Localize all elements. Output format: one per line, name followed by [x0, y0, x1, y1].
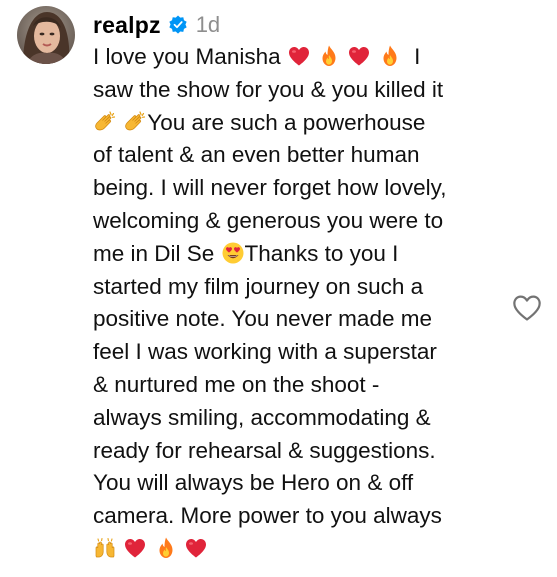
comment-text-segment: positive note. You never made me [93, 306, 432, 332]
fire-emoji-icon [317, 44, 341, 68]
clapping-hands-emoji-icon [123, 110, 147, 134]
comment-text-segment: You will always be Hero on & off [93, 470, 414, 496]
comment-text-segment: feel I was working with a superstar [93, 339, 437, 365]
fire-emoji-icon [154, 536, 178, 560]
username-link[interactable]: realpz [93, 12, 161, 39]
raising-hands-emoji-icon [93, 536, 117, 560]
comment-text-segment: started my film journey on such a [93, 273, 424, 299]
comment-text-segment: I [401, 44, 421, 69]
comment-text-line: started my film journey on such a [93, 271, 523, 304]
comment-text-segment: Thanks to you I [244, 240, 399, 266]
heart-eyes-emoji-icon [221, 241, 245, 265]
comment-text-segment: & nurtured me on the shoot - [93, 371, 380, 397]
comment-text-line: You will always be Hero on & off [93, 467, 523, 500]
comment-text-line: I love you Manisha I [93, 41, 523, 74]
comment-text-line: You are such a powerhouse [93, 107, 523, 140]
comment-text-segment: I love you Manisha [93, 44, 287, 69]
comment-text-line: & nurtured me on the shoot - [93, 369, 523, 402]
comment-text-line: ready for rehearsal & suggestions. [93, 435, 523, 468]
comment-header: realpz 1d [93, 8, 220, 42]
comment-text-line: being. I will never forget how lovely, [93, 172, 523, 205]
comment-text-segment: saw the show for you & you killed it [93, 76, 444, 102]
red-heart-emoji-icon [123, 536, 147, 560]
comment-text-segment: camera. More power to you always [93, 503, 442, 529]
comment-text-line: always smiling, accommodating & [93, 402, 523, 435]
comment-text-segment: being. I will never forget how lovely, [93, 175, 447, 201]
comment-text-segment: of talent & an even better human [93, 142, 420, 168]
heart-outline-icon[interactable] [511, 292, 543, 324]
fire-emoji-icon [378, 44, 402, 68]
comment-text-segment: ready for rehearsal & suggestions. [93, 437, 436, 463]
red-heart-emoji-icon [184, 536, 208, 560]
comment-text-segment: always smiling, accommodating & [93, 404, 431, 430]
comment-text-line [93, 533, 523, 566]
red-heart-emoji-icon [347, 44, 371, 68]
clapping-hands-emoji-icon [93, 110, 117, 134]
comment-timestamp: 1d [195, 12, 221, 37]
comment-text-segment: You are such a powerhouse [147, 109, 426, 135]
verified-badge-icon [168, 15, 188, 35]
comment-text-segment: welcoming & generous you were to [93, 207, 444, 233]
profile-avatar[interactable] [17, 6, 75, 64]
comment-text-line: positive note. You never made me [93, 303, 523, 336]
comment-text-line: camera. More power to you always [93, 500, 523, 533]
comment-text-line: welcoming & generous you were to [93, 205, 523, 238]
comment-text-line: saw the show for you & you killed it [93, 74, 523, 107]
comment-text-line: me in Dil Se Thanks to you I [93, 238, 523, 271]
comment: realpz 1d I love you Manisha Isaw the sh… [0, 0, 557, 577]
comment-text-line: of talent & an even better human [93, 139, 523, 172]
comment-text-line: feel I was working with a superstar [93, 336, 523, 369]
red-heart-emoji-icon [287, 44, 311, 68]
comment-text-segment: me in Dil Se [93, 240, 221, 266]
comment-text: I love you Manisha Isaw the show for you… [93, 41, 523, 566]
